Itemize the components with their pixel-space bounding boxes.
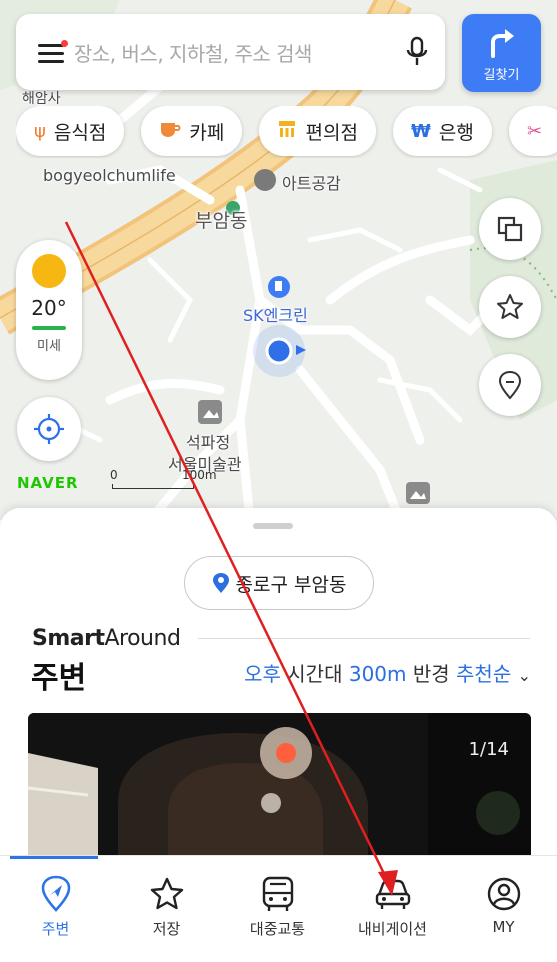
category-chips: ψ 음식점 카페 편의점 ₩ 은행 ✂ xyxy=(16,106,557,158)
person-icon xyxy=(448,874,557,914)
nav-label: 대중교통 xyxy=(249,920,306,938)
chip-restaurant[interactable]: ψ 음식점 xyxy=(16,106,125,156)
map-label-gas-station: SK엔크린 xyxy=(243,306,308,325)
won-icon: ₩ xyxy=(411,120,431,142)
chip-convenience-store[interactable]: 편의점 xyxy=(259,106,376,156)
divider xyxy=(198,638,530,639)
layers-icon xyxy=(497,216,523,242)
nav-label: 주변 xyxy=(41,920,70,938)
map-pin-icon xyxy=(498,370,522,400)
weather-widget[interactable]: 20° 미세 xyxy=(16,240,82,380)
nearby-sheet[interactable]: 종로구 부암동 SmartAround 주변 오후 시간대 300m 반경 추천… xyxy=(0,508,557,858)
directions-label: 길찾기 xyxy=(483,68,520,83)
location-pin-icon xyxy=(212,573,229,593)
sun-icon xyxy=(32,254,66,288)
section-title: 주변 xyxy=(31,661,87,696)
map-scale: 0 100m xyxy=(110,468,217,490)
bus-icon xyxy=(222,874,333,914)
my-location-button[interactable] xyxy=(17,397,81,461)
scissors-icon: ✂ xyxy=(526,120,543,142)
chip-bank[interactable]: ₩ 은행 xyxy=(393,106,492,156)
star-icon xyxy=(111,874,222,914)
filter-time-suffix: 시간대 xyxy=(287,662,343,686)
search-bar[interactable]: 장소, 버스, 지하철, 주소 검색 xyxy=(16,14,445,90)
crosshair-icon xyxy=(34,414,64,444)
coffee-cup-icon xyxy=(159,120,181,143)
place-photo-carousel[interactable]: 1/14 xyxy=(28,713,531,858)
chip-cafe[interactable]: 카페 xyxy=(141,106,243,156)
chip-label: 편의점 xyxy=(305,121,358,144)
turn-arrow-icon xyxy=(491,29,514,58)
naver-logo: NAVER xyxy=(17,474,79,492)
map-label-art: 아트공감 xyxy=(282,174,341,193)
car-icon xyxy=(337,874,448,914)
map-label-dong: 부암동 xyxy=(195,210,248,232)
scale-unit: 100m xyxy=(182,468,217,482)
temperature: 20° xyxy=(31,296,67,320)
chevron-down-icon[interactable]: ⌄ xyxy=(518,666,531,685)
filter-radius[interactable]: 300m xyxy=(349,662,407,686)
map-label-place: bogyeolchumlife xyxy=(43,166,176,185)
search-input[interactable]: 장소, 버스, 지하철, 주소 검색 xyxy=(74,38,389,67)
nav-label: 저장 xyxy=(152,920,181,938)
favorites-map-button[interactable] xyxy=(479,276,541,338)
location-label: 종로구 부암동 xyxy=(235,573,347,596)
filter-time[interactable]: 오후 xyxy=(244,662,281,686)
air-quality-label: 미세 xyxy=(37,339,61,354)
map-view[interactable]: 해암사 bogyeolchumlife 아트공감 부암동 SK엔크린 석파정 서… xyxy=(0,0,557,520)
nav-label: MY xyxy=(492,918,515,936)
filter-row[interactable]: 오후 시간대 300m 반경 추천순 ⌄ xyxy=(244,658,531,687)
save-location-button[interactable] xyxy=(479,354,541,416)
air-quality-bar xyxy=(32,326,66,330)
place-photo xyxy=(28,713,531,858)
filter-sort[interactable]: 추천순 xyxy=(456,662,511,686)
store-icon xyxy=(277,119,297,144)
chip-label: 카페 xyxy=(189,121,225,144)
directions-button[interactable]: 길찾기 xyxy=(462,14,541,92)
smart-around-logo: SmartAround xyxy=(32,626,181,651)
notification-dot xyxy=(61,40,68,47)
nav-nearby[interactable]: 주변 xyxy=(0,856,111,962)
sheet-handle[interactable] xyxy=(253,523,293,529)
scale-zero: 0 xyxy=(110,468,118,482)
menu-icon[interactable] xyxy=(16,14,74,90)
star-icon xyxy=(497,294,523,319)
nav-transit[interactable]: 대중교통 xyxy=(222,856,333,962)
chip-label: 은행 xyxy=(438,121,474,144)
fork-knife-icon: ψ xyxy=(34,120,46,142)
nav-navigation[interactable]: 내비게이션 xyxy=(337,856,448,962)
chip-label: 음식점 xyxy=(53,121,107,144)
microphone-icon[interactable] xyxy=(389,14,445,90)
layers-button[interactable] xyxy=(479,198,541,260)
bottom-navigation: 주변 저장 대중교통 내비게이션 MY xyxy=(0,855,557,962)
chip-more[interactable]: ✂ xyxy=(508,106,557,156)
map-label-temple: 해암사 xyxy=(22,91,61,107)
nav-label: 내비게이션 xyxy=(357,920,427,938)
location-pin-icon xyxy=(0,874,111,914)
location-pill[interactable]: 종로구 부암동 xyxy=(184,556,374,610)
filter-radius-suffix: 반경 xyxy=(412,662,450,686)
nav-saved[interactable]: 저장 xyxy=(111,856,222,962)
map-label-museum-1: 석파정 xyxy=(186,433,231,452)
nav-my[interactable]: MY xyxy=(448,856,557,962)
photo-counter: 1/14 xyxy=(468,739,509,760)
